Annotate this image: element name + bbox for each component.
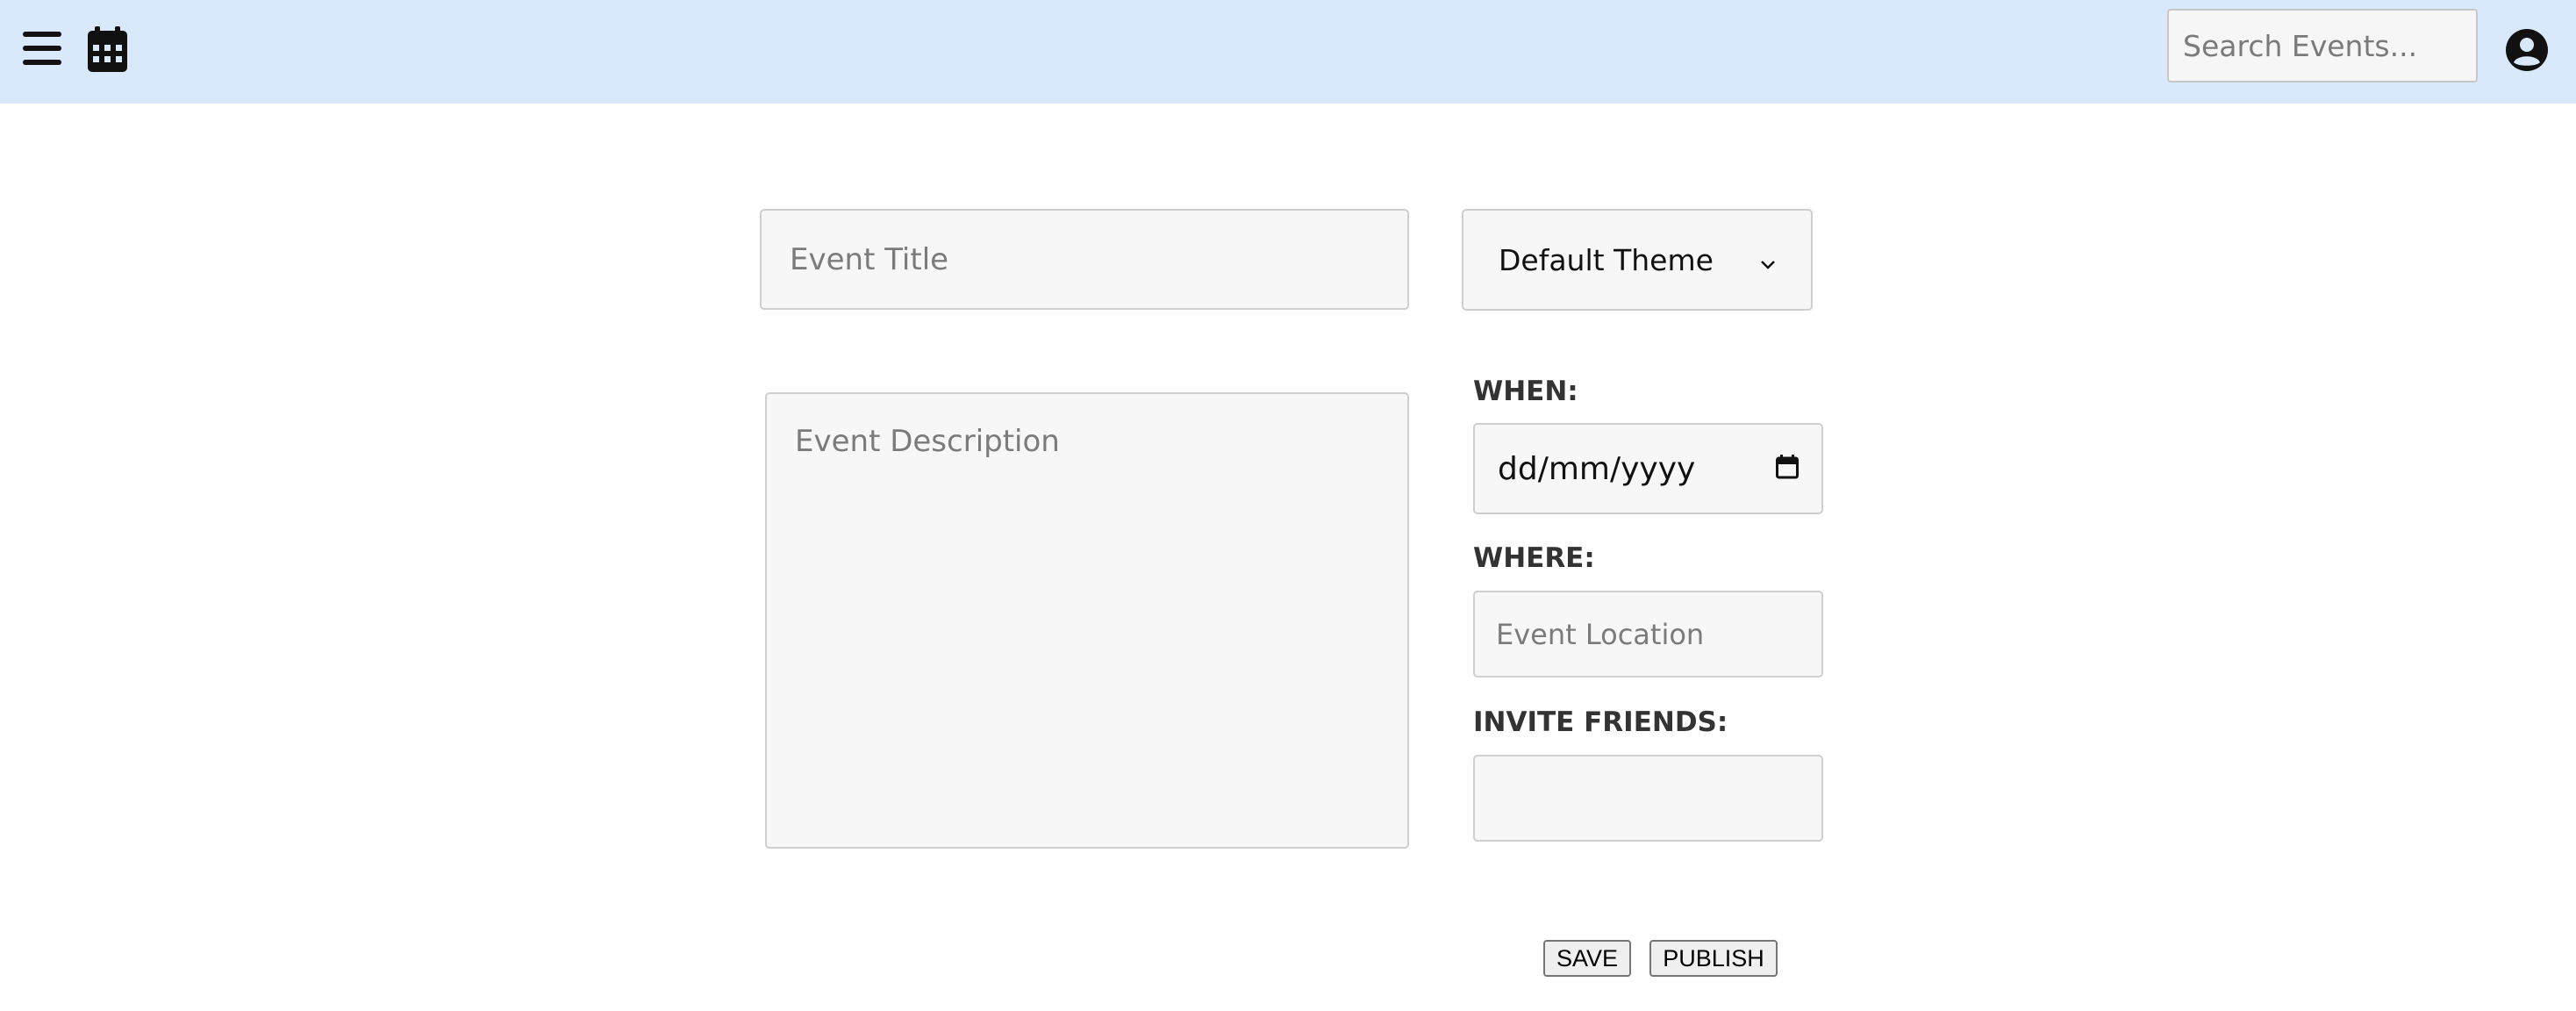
date-placeholder: dd/mm/yyyy xyxy=(1498,450,1696,487)
chevron-down-icon xyxy=(1760,243,1776,277)
publish-button[interactable]: PUBLISH xyxy=(1649,940,1778,977)
calendar-picker-icon[interactable] xyxy=(1776,451,1799,487)
where-label: WHERE: xyxy=(1473,542,1595,574)
invite-friends-label: INVITE FRIENDS: xyxy=(1473,706,1728,738)
event-description-textarea[interactable] xyxy=(765,392,1409,849)
top-navigation-bar xyxy=(0,0,2576,104)
hamburger-menu-icon[interactable] xyxy=(23,29,61,68)
event-date-input[interactable]: dd/mm/yyyy xyxy=(1473,423,1823,514)
calendar-icon[interactable] xyxy=(88,26,127,72)
event-location-input[interactable] xyxy=(1473,591,1823,678)
theme-select[interactable]: Default Theme xyxy=(1462,209,1813,311)
save-button[interactable]: SAVE xyxy=(1543,940,1631,977)
user-avatar-icon[interactable] xyxy=(2506,29,2548,71)
theme-select-value: Default Theme xyxy=(1499,242,1714,277)
event-title-input[interactable] xyxy=(760,209,1409,310)
invite-friends-input[interactable] xyxy=(1473,755,1823,842)
when-label: WHEN: xyxy=(1473,376,1578,407)
search-input[interactable] xyxy=(2167,9,2478,82)
